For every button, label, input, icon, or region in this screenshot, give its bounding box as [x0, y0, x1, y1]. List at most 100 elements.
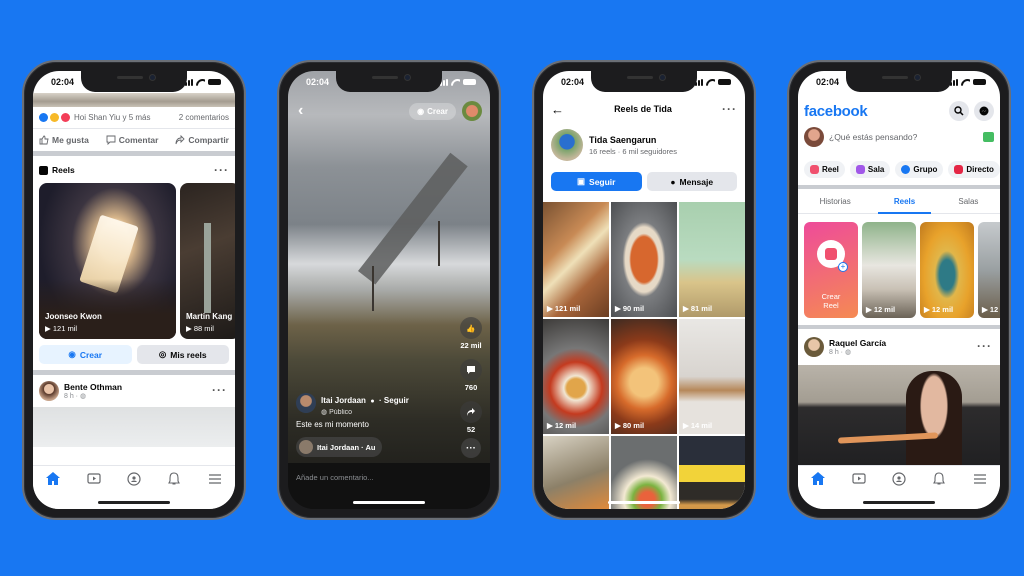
back-chevron-icon[interactable]: ‹: [298, 102, 303, 120]
like-action[interactable]: 👍 22 mil: [460, 317, 482, 350]
back-arrow-icon[interactable]: ←: [551, 102, 564, 117]
love-reaction-icon: [61, 113, 70, 122]
bottom-tab-bar: [798, 465, 1000, 491]
camera-icon: ◉: [68, 349, 76, 359]
grid-reel[interactable]: ▶ 81 mil: [679, 202, 745, 317]
avatar[interactable]: [804, 337, 824, 357]
reel-author: Martin Kang: [186, 312, 233, 321]
status-time: 02:04: [816, 77, 840, 87]
author-name[interactable]: Itai Jordaan: [321, 396, 366, 405]
camera-icon: ◉: [417, 106, 425, 116]
grid-reel[interactable]: [543, 436, 609, 509]
group-icon: [901, 165, 911, 174]
my-reels-button[interactable]: ◎ Mis reels: [136, 345, 229, 364]
reel-card[interactable]: ▶ 12 mil: [978, 222, 1000, 318]
wifi-icon: [961, 79, 970, 86]
post-author[interactable]: Raquel García: [829, 338, 886, 348]
comment-action[interactable]: 760: [460, 359, 482, 392]
post-options-icon[interactable]: ···: [212, 383, 227, 397]
user-avatar[interactable]: [804, 127, 824, 147]
chip-reel[interactable]: Reel: [804, 161, 845, 178]
groups-icon[interactable]: [125, 471, 143, 487]
watch-icon[interactable]: [85, 471, 103, 487]
share-action[interactable]: 52: [460, 401, 482, 434]
reel-card[interactable]: Martin Kang ▶ 88 mil: [180, 183, 235, 339]
more-options-icon[interactable]: ···: [722, 102, 737, 116]
tab-stories[interactable]: Historias: [820, 197, 851, 206]
grid-reel[interactable]: ▶ 121 mil: [543, 202, 609, 317]
reel-viewer-screen: 02:04 ‹ ◉ Crear 👍 22 mil 760 52 Itai Jorda…: [288, 71, 490, 509]
bottom-tab-bar: [33, 465, 235, 491]
composer-input[interactable]: ¿Qué estás pensando?: [829, 132, 978, 142]
home-icon[interactable]: [809, 471, 827, 487]
grid-reel[interactable]: ▶ 90 mil: [611, 202, 677, 317]
share-button[interactable]: Compartir: [175, 135, 229, 145]
create-reel-button[interactable]: ◉ Crear: [409, 102, 456, 120]
profile-name[interactable]: Tida Saengarun: [589, 135, 677, 145]
create-reel-card[interactable]: + Crear Reel: [804, 222, 858, 318]
search-icon[interactable]: [949, 101, 969, 121]
wifi-icon: [451, 79, 460, 86]
status-time: 02:04: [306, 77, 330, 87]
like-reaction-icon: [39, 113, 48, 122]
audio-pill[interactable]: Itai Jordaan · Au: [296, 437, 382, 457]
more-options-icon[interactable]: ···: [214, 163, 229, 177]
follow-button[interactable]: ▣ Seguir: [551, 172, 642, 191]
phone-home: 02:04 facebook ¿Qué estás pensando? Reel…: [787, 60, 1011, 520]
thumbs-up-icon: 👍: [460, 317, 482, 339]
profile-avatar[interactable]: [462, 101, 482, 121]
post-meta: 8 h · ◍: [64, 393, 87, 400]
comments-count[interactable]: 2 comentarios: [179, 113, 229, 122]
more-options-icon[interactable]: ···: [461, 438, 481, 458]
profile-avatar[interactable]: [551, 129, 583, 161]
grid-reel[interactable]: [611, 436, 677, 509]
privacy-label: ◍ Público: [321, 409, 353, 416]
grid-reel[interactable]: ▶ 12 mil: [543, 319, 609, 434]
share-icon: [460, 401, 482, 423]
photo-icon[interactable]: [983, 132, 994, 142]
globe-icon: ◍: [844, 349, 852, 356]
facebook-logo[interactable]: facebook: [804, 103, 868, 120]
reel-card[interactable]: ▶ 12 mil: [862, 222, 916, 318]
user-circle-icon: ◎: [158, 349, 167, 359]
post-options-icon[interactable]: ···: [977, 339, 992, 353]
follow-link[interactable]: · Seguir: [379, 396, 409, 405]
messenger-icon[interactable]: [974, 101, 994, 121]
comment-icon: [460, 359, 482, 381]
battery-icon: [718, 79, 731, 85]
bell-icon[interactable]: [930, 471, 948, 487]
chip-live[interactable]: Directo: [948, 161, 1000, 178]
chip-group[interactable]: Grupo: [895, 161, 944, 178]
avatar[interactable]: [39, 381, 59, 401]
home-indicator: [608, 501, 680, 504]
plus-icon: +: [838, 262, 848, 272]
reel-card[interactable]: Joonseo Kwon ▶ 121 mil: [39, 183, 176, 339]
like-button[interactable]: Me gusta: [39, 135, 89, 145]
message-button[interactable]: ● Mensaje: [646, 172, 737, 191]
menu-icon[interactable]: [971, 471, 989, 487]
grid-reel[interactable]: ▶ 80 mil: [611, 319, 677, 434]
grid-reel[interactable]: [679, 436, 745, 509]
tab-reels[interactable]: Reels: [877, 197, 932, 214]
menu-icon[interactable]: [206, 471, 224, 487]
follow-icon: ▣: [577, 176, 586, 186]
grid-reel[interactable]: ▶ 14 mil: [679, 319, 745, 434]
create-reel-button[interactable]: ◉ Crear: [39, 345, 132, 364]
post-photo[interactable]: [798, 365, 1000, 471]
comment-button[interactable]: Comentar: [106, 135, 158, 145]
reel-card[interactable]: ▶ 12 mil: [920, 222, 974, 318]
reaction-summary[interactable]: Hoi Shan Yiu y 5 más: [39, 113, 150, 122]
chip-room[interactable]: Sala: [849, 161, 891, 178]
watch-icon[interactable]: [850, 471, 868, 487]
post-author[interactable]: Bente Othman: [64, 382, 122, 392]
author-avatar[interactable]: [296, 393, 316, 413]
wifi-icon: [196, 79, 205, 86]
post-meta: 8 h · ◍: [829, 349, 852, 356]
home-indicator: [863, 501, 935, 504]
comment-icon: [106, 135, 116, 145]
battery-icon: [208, 79, 221, 85]
tab-rooms[interactable]: Salas: [958, 197, 978, 206]
groups-icon[interactable]: [890, 471, 908, 487]
home-icon[interactable]: [44, 471, 62, 487]
bell-icon[interactable]: [165, 471, 183, 487]
